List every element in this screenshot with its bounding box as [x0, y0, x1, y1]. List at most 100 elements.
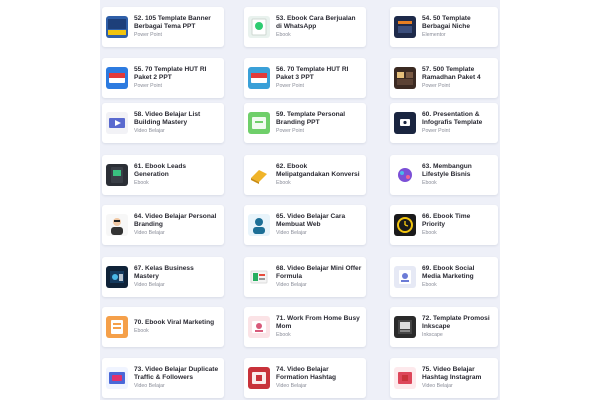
- product-card[interactable]: 57. 500 Template Ramadhan Paket 4 PPTPow…: [390, 58, 498, 98]
- product-category: Video Belajar: [134, 230, 165, 236]
- product-info: 68. Video Belajar Mini Offer Formula Vide…: [276, 265, 362, 289]
- product-category: Ebook: [422, 180, 437, 186]
- product-card[interactable]: 59. Template Personal Branding PPT Power …: [244, 103, 366, 143]
- product-title[interactable]: 62. Ebook Melipatgandakan Konversi Iklan…: [276, 163, 362, 179]
- hashtag-video-icon: [248, 367, 270, 389]
- product-card[interactable]: 75. Video Belajar Hashtag Instagram Video…: [390, 358, 498, 398]
- product-category: Video Belajar: [422, 383, 453, 389]
- product-info: 65. Video Belajar Cara Membuat Web Video …: [276, 213, 362, 237]
- product-info: 71. Work From Home Busy Mom Ebook: [276, 315, 362, 339]
- product-info: 72. Template Promosi Inkscape Inkscape: [422, 315, 494, 339]
- instagram-video-icon: [106, 367, 128, 389]
- product-card[interactable]: 56. 70 Template HUT RI Paket 3 PPT Power …: [244, 58, 366, 98]
- product-info: 64. Video Belajar Personal Branding Video…: [134, 213, 220, 237]
- video-course-icon: [106, 112, 128, 134]
- viral-ebook-icon: [106, 316, 128, 338]
- elementor-template-icon: [394, 16, 416, 38]
- product-title[interactable]: 54. 50 Template Berbagai Niche Elementor: [422, 15, 494, 31]
- product-title[interactable]: 73. Video Belajar Duplicate Traffic & Fo…: [134, 366, 220, 382]
- clock-ebook-icon: [394, 214, 416, 236]
- product-card[interactable]: 62. Ebook Melipatgandakan Konversi Iklan…: [244, 155, 366, 195]
- product-category: Ebook: [276, 32, 291, 38]
- product-title[interactable]: 63. Membangun Lifestyle Bisnis: [422, 163, 494, 179]
- product-card[interactable]: 72. Template Promosi Inkscape Inkscape: [390, 307, 498, 347]
- product-card[interactable]: 67. Kelas Business Mastery Video Belajar: [102, 257, 224, 297]
- product-card[interactable]: 73. Video Belajar Duplicate Traffic & Fo…: [102, 358, 224, 398]
- product-title[interactable]: 72. Template Promosi Inkscape: [422, 315, 494, 331]
- product-card[interactable]: 53. Ebook Cara Berjualan di WhatsApp Eboo…: [244, 7, 366, 47]
- product-card[interactable]: 74. Video Belajar Formation Hashtag Inst…: [244, 358, 366, 398]
- product-info: 73. Video Belajar Duplicate Traffic & Fo…: [134, 366, 220, 390]
- conversion-ebook-icon: [248, 164, 270, 186]
- product-category: Video Belajar: [276, 230, 307, 236]
- product-card[interactable]: 64. Video Belajar Personal Branding Video…: [102, 205, 224, 245]
- product-category: Ebook: [276, 180, 291, 186]
- product-card[interactable]: 66. Ebook Time Priority Ebook: [390, 205, 498, 245]
- product-category: Power Point: [422, 83, 450, 89]
- product-card[interactable]: 63. Membangun Lifestyle Bisnis Ebook: [390, 155, 498, 195]
- product-category: Power Point: [134, 83, 162, 89]
- product-title[interactable]: 64. Video Belajar Personal Branding: [134, 213, 220, 229]
- product-title[interactable]: 56. 70 Template HUT RI Paket 3 PPT: [276, 66, 362, 82]
- product-card[interactable]: 58. Video Belajar List Building Mastery V…: [102, 103, 224, 143]
- product-info: 59. Template Personal Branding PPT Power …: [276, 111, 362, 135]
- product-title[interactable]: 74. Video Belajar Formation Hashtag Inst…: [276, 366, 362, 382]
- leads-ebook-icon: [106, 164, 128, 186]
- product-title[interactable]: 65. Video Belajar Cara Membuat Web: [276, 213, 362, 229]
- product-info: 57. 500 Template Ramadhan Paket 4 PPTPow…: [422, 66, 494, 90]
- product-card[interactable]: 54. 50 Template Berbagai Niche Elementor…: [390, 7, 498, 47]
- product-category: Power Point: [276, 83, 304, 89]
- product-title[interactable]: 52. 105 Template Banner Berbagai Tema PP…: [134, 15, 220, 31]
- product-category: Video Belajar: [134, 128, 165, 134]
- product-title[interactable]: 75. Video Belajar Hashtag Instagram: [422, 366, 494, 382]
- product-title[interactable]: 71. Work From Home Busy Mom: [276, 315, 362, 331]
- banner-template-icon: [106, 16, 128, 38]
- product-title[interactable]: 68. Video Belajar Mini Offer Formula: [276, 265, 362, 281]
- product-title[interactable]: 53. Ebook Cara Berjualan di WhatsApp: [276, 15, 362, 31]
- product-title[interactable]: 60. Presentation & Infografis Template P…: [422, 111, 494, 127]
- product-category: Power Point: [134, 32, 162, 38]
- product-title[interactable]: 55. 70 Template HUT RI Paket 2 PPT: [134, 66, 220, 82]
- product-title[interactable]: 66. Ebook Time Priority: [422, 213, 494, 229]
- offer-video-icon: [248, 266, 270, 288]
- product-category: Video Belajar: [276, 383, 307, 389]
- lifestyle-ebook-icon: [394, 164, 416, 186]
- product-card[interactable]: 68. Video Belajar Mini Offer Formula Vide…: [244, 257, 366, 297]
- product-title[interactable]: 58. Video Belajar List Building Mastery: [134, 111, 220, 127]
- product-info: 74. Video Belajar Formation Hashtag Inst…: [276, 366, 362, 390]
- ramadhan-ppt-icon: [394, 67, 416, 89]
- product-card[interactable]: 69. Ebook Social Media Marketing Ebook: [390, 257, 498, 297]
- product-info: 63. Membangun Lifestyle Bisnis Ebook: [422, 163, 494, 187]
- product-card[interactable]: 70. Ebook Viral Marketing Ebook: [102, 307, 224, 347]
- product-info: 75. Video Belajar Hashtag Instagram Video…: [422, 366, 494, 390]
- product-info: 66. Ebook Time Priority Ebook: [422, 213, 494, 237]
- product-title[interactable]: 67. Kelas Business Mastery: [134, 265, 220, 281]
- product-card[interactable]: 60. Presentation & Infografis Template P…: [390, 103, 498, 143]
- hut-ri-ppt-icon: [248, 67, 270, 89]
- wfh-ebook-icon: [248, 316, 270, 338]
- product-card[interactable]: 55. 70 Template HUT RI Paket 2 PPT Power …: [102, 58, 224, 98]
- product-info: 56. 70 Template HUT RI Paket 3 PPT Power …: [276, 66, 362, 90]
- product-grid-panel: 52. 105 Template Banner Berbagai Tema PP…: [100, 0, 500, 400]
- product-title[interactable]: 70. Ebook Viral Marketing: [134, 319, 220, 327]
- branding-ppt-icon: [248, 112, 270, 134]
- product-info: 62. Ebook Melipatgandakan Konversi Iklan…: [276, 163, 362, 187]
- product-title[interactable]: 59. Template Personal Branding PPT: [276, 111, 362, 127]
- whatsapp-ebook-icon: [248, 16, 270, 38]
- product-card[interactable]: 52. 105 Template Banner Berbagai Tema PP…: [102, 7, 224, 47]
- product-card[interactable]: 61. Ebook Leads Generation Ebook: [102, 155, 224, 195]
- product-title[interactable]: 61. Ebook Leads Generation: [134, 163, 220, 179]
- hut-ri-ppt-icon: [106, 67, 128, 89]
- product-info: 60. Presentation & Infografis Template P…: [422, 111, 494, 135]
- product-category: Video Belajar: [276, 282, 307, 288]
- product-category: Ebook: [276, 332, 291, 338]
- product-category: Video Belajar: [134, 282, 165, 288]
- product-title[interactable]: 69. Ebook Social Media Marketing: [422, 265, 494, 281]
- product-title[interactable]: 57. 500 Template Ramadhan Paket 4 PPT: [422, 66, 494, 82]
- inkscape-template-icon: [394, 316, 416, 338]
- product-info: 54. 50 Template Berbagai Niche Elementor…: [422, 15, 494, 39]
- product-card[interactable]: 65. Video Belajar Cara Membuat Web Video …: [244, 205, 366, 245]
- product-category: Ebook: [422, 282, 437, 288]
- product-info: 61. Ebook Leads Generation Ebook: [134, 163, 220, 187]
- product-card[interactable]: 71. Work From Home Busy Mom Ebook: [244, 307, 366, 347]
